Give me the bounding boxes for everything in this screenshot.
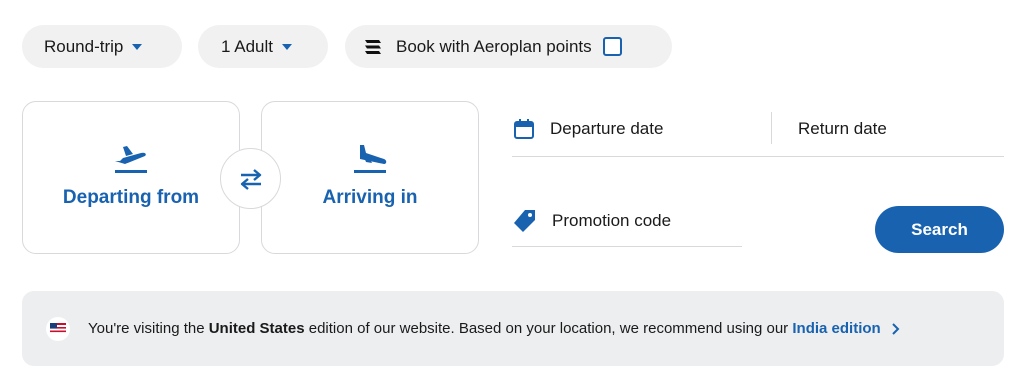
promotion-code-label: Promotion code bbox=[552, 211, 672, 230]
departing-from-field[interactable]: Departing from bbox=[22, 101, 240, 254]
arriving-in-field[interactable]: Arriving in bbox=[261, 101, 479, 254]
tag-icon bbox=[514, 210, 535, 232]
caret-down-icon bbox=[132, 43, 143, 50]
plane-departure-icon bbox=[115, 146, 147, 173]
date-divider bbox=[771, 112, 772, 144]
aeroplan-logo-icon bbox=[365, 39, 381, 54]
banner-message: You're visiting the United States editio… bbox=[88, 320, 881, 337]
aeroplan-points-toggle[interactable]: Book with Aeroplan points bbox=[345, 25, 672, 68]
calendar-icon bbox=[514, 119, 534, 139]
banner-text-after: edition of our website. Based on your lo… bbox=[304, 320, 793, 337]
plane-arrival-icon bbox=[354, 145, 387, 173]
departure-date-label: Departure date bbox=[550, 119, 664, 138]
aeroplan-points-checkbox[interactable] bbox=[602, 37, 622, 56]
arriving-in-label: Arriving in bbox=[322, 187, 418, 208]
us-flag-icon bbox=[46, 316, 70, 341]
banner-text-before: You're visiting the bbox=[88, 320, 209, 337]
trip-type-dropdown[interactable]: Round-trip bbox=[22, 25, 182, 68]
edition-banner: You're visiting the United States editio… bbox=[22, 291, 1004, 366]
chevron-right-icon[interactable] bbox=[891, 322, 901, 336]
trip-type-label: Round-trip bbox=[44, 36, 124, 56]
passengers-label: 1 Adult bbox=[221, 36, 273, 56]
aeroplan-points-label: Book with Aeroplan points bbox=[396, 36, 592, 56]
swap-arrows-icon bbox=[240, 168, 261, 190]
india-edition-link[interactable]: India edition bbox=[792, 320, 880, 337]
date-fields: Departure date Return date bbox=[512, 111, 1004, 157]
promotion-code-field[interactable]: Promotion code bbox=[512, 203, 742, 247]
passengers-dropdown[interactable]: 1 Adult bbox=[198, 25, 328, 68]
return-date-field[interactable]: Return date bbox=[798, 111, 887, 147]
banner-country: United States bbox=[208, 320, 305, 337]
departing-from-label: Departing from bbox=[62, 187, 200, 208]
return-date-label: Return date bbox=[798, 119, 887, 138]
swap-route-button[interactable] bbox=[220, 148, 281, 209]
search-button[interactable]: Search bbox=[875, 206, 1004, 253]
caret-down-icon bbox=[282, 43, 292, 50]
departure-date-field[interactable]: Departure date bbox=[512, 111, 663, 147]
